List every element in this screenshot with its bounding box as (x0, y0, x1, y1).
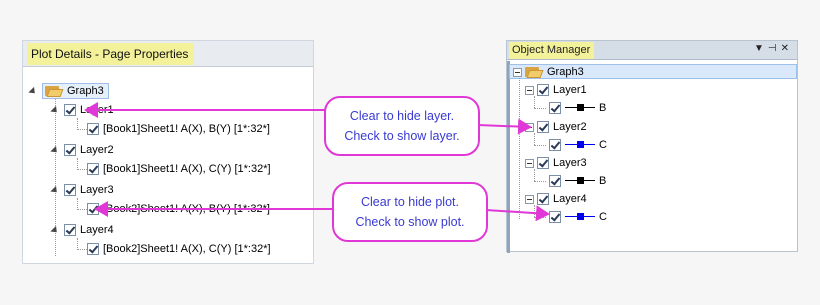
plot-callout-line1: Clear to hide plot. (361, 195, 459, 209)
plot-callout-line2: Check to show plot. (355, 215, 465, 229)
layer-arrow-right (477, 118, 532, 135)
layer-callout-line2: Check to show layer. (344, 129, 460, 143)
layer-callout-line1: Clear to hide layer. (349, 109, 455, 123)
layer-callout: Clear to hide layer. Check to show layer… (324, 96, 480, 156)
plot-callout: Clear to hide plot. Check to show plot. (332, 182, 488, 242)
plot-arrow-right (485, 205, 550, 222)
